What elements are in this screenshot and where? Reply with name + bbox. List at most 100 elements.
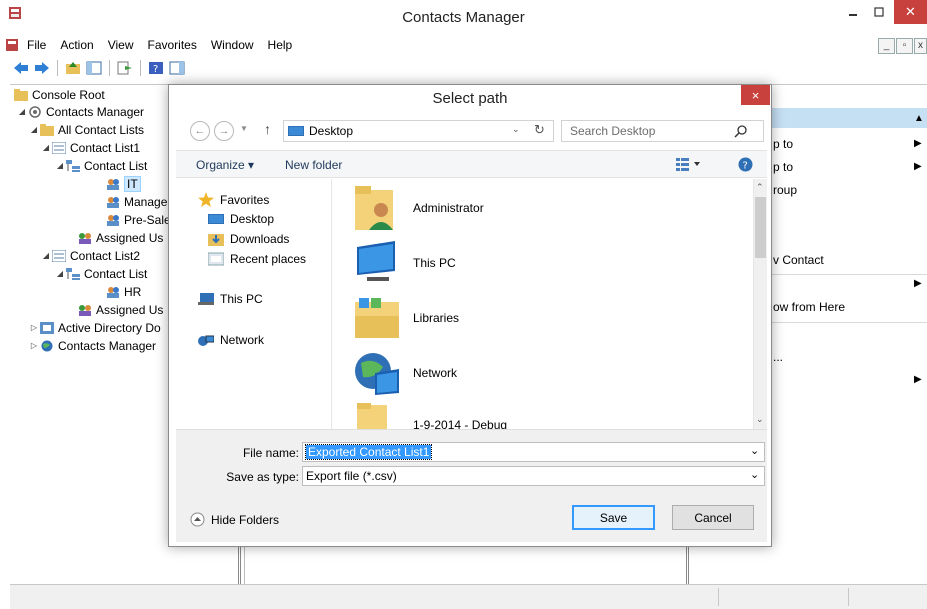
- help-icon[interactable]: ?: [147, 59, 165, 77]
- file-item-administrator[interactable]: Administrator: [353, 184, 484, 232]
- network-icon: [353, 349, 401, 397]
- dialog-close-button[interactable]: ×: [741, 85, 770, 105]
- cancel-button[interactable]: Cancel: [672, 505, 754, 530]
- expand-arrow-icon[interactable]: ▷: [28, 341, 40, 350]
- collapse-arrow-icon[interactable]: ◢: [16, 107, 28, 116]
- scrollbar-thumb[interactable]: [755, 197, 766, 258]
- action-item[interactable]: v Contact: [773, 253, 824, 267]
- action-item[interactable]: p to: [773, 160, 793, 174]
- file-item-this-pc[interactable]: This PC: [353, 239, 456, 287]
- collapse-arrow-icon[interactable]: ◢: [54, 269, 66, 278]
- tree-item-assigned-users-1[interactable]: Assigned Us: [78, 229, 163, 246]
- file-name: 1-9-2014 - Debug: [413, 418, 508, 429]
- menu-file[interactable]: File: [20, 38, 53, 52]
- view-options-icon[interactable]: [676, 157, 702, 171]
- back-arrow-icon[interactable]: [12, 59, 30, 77]
- pane-splitter-left[interactable]: [238, 545, 241, 585]
- tree-item-label: Contact List: [84, 266, 148, 281]
- actions-divider: [767, 274, 927, 275]
- action-item[interactable]: p to: [773, 137, 793, 151]
- menu-view[interactable]: View: [101, 38, 141, 52]
- tree-item-all-contact-lists[interactable]: ◢ All Contact Lists: [28, 121, 144, 138]
- tree-item-contacts-manager-2[interactable]: ▷ Contacts Manager: [28, 337, 156, 354]
- minimize-button[interactable]: [840, 0, 866, 24]
- pane-splitter-right[interactable]: [686, 545, 689, 585]
- menu-favorites[interactable]: Favorites: [141, 38, 204, 52]
- file-item-debug-folder[interactable]: 1-9-2014 - Debug: [353, 401, 507, 429]
- window-close-button[interactable]: ✕: [894, 0, 927, 24]
- action-item[interactable]: ow from Here: [773, 300, 845, 314]
- tree-item-contacts-manager[interactable]: ◢ Contacts Manager: [16, 103, 144, 120]
- tree-item-hr[interactable]: HR: [106, 283, 141, 300]
- forward-arrow-icon[interactable]: [33, 59, 51, 77]
- tree-item-it[interactable]: IT: [106, 175, 141, 192]
- address-text: Desktop: [309, 124, 354, 138]
- tree-item-contact-list2[interactable]: ◢ Contact List2: [40, 247, 140, 264]
- nav-label: Desktop: [230, 212, 275, 226]
- submenu-arrow-icon[interactable]: ▶: [914, 278, 922, 289]
- file-name: This PC: [413, 256, 456, 270]
- mdi-close-button[interactable]: x: [914, 38, 927, 54]
- action-item[interactable]: ...: [773, 350, 783, 364]
- submenu-arrow-icon: ▶: [914, 161, 922, 172]
- tree-item-contact-list-b[interactable]: ◢ Contact List: [54, 265, 147, 282]
- system-menu-icon[interactable]: [0, 39, 20, 51]
- export-list-icon[interactable]: [116, 59, 134, 77]
- file-name-dropdown-icon[interactable]: ⌄: [750, 444, 759, 457]
- nav-network[interactable]: Network: [198, 333, 264, 347]
- new-folder-button[interactable]: New folder: [285, 158, 342, 172]
- save-button[interactable]: Save: [572, 505, 655, 530]
- nav-downloads[interactable]: Downloads: [208, 232, 289, 246]
- recent-dropdown-icon[interactable]: ▼: [240, 124, 248, 133]
- menu-help[interactable]: Help: [261, 38, 300, 52]
- forward-icon[interactable]: →: [214, 121, 234, 141]
- back-icon[interactable]: ←: [190, 121, 210, 141]
- scroll-down-icon[interactable]: ⌄: [756, 414, 764, 425]
- show-hide-tree-icon[interactable]: [85, 59, 103, 77]
- collapse-up-icon[interactable]: ▲: [914, 113, 924, 124]
- file-name: Network: [413, 366, 458, 380]
- file-item-libraries[interactable]: Libraries: [353, 294, 459, 342]
- tree-item-console-root[interactable]: Console Root: [14, 86, 105, 103]
- up-folder-icon[interactable]: [64, 59, 82, 77]
- file-name-input[interactable]: Exported Contact List1: [302, 442, 765, 462]
- show-hide-action-pane-icon[interactable]: [168, 59, 186, 77]
- save-type-select[interactable]: Export file (*.csv): [302, 466, 765, 486]
- tree-item-contact-list1[interactable]: ◢ Contact List1: [40, 139, 140, 156]
- search-placeholder: Search Desktop: [570, 124, 656, 138]
- menu-action[interactable]: Action: [53, 38, 100, 52]
- tree-item-active-directory[interactable]: ▷ Active Directory Do: [28, 319, 161, 336]
- up-arrow-icon[interactable]: ↑: [264, 121, 271, 137]
- mdi-minimize-button[interactable]: _: [878, 38, 895, 54]
- nav-this-pc[interactable]: This PC: [198, 292, 263, 306]
- address-dropdown-icon[interactable]: ⌄: [512, 124, 520, 135]
- mdi-restore-button[interactable]: ▫: [896, 38, 913, 54]
- nav-desktop[interactable]: Desktop: [208, 212, 274, 226]
- organize-button[interactable]: Organize ▾: [196, 158, 254, 172]
- help-icon[interactable]: ?: [738, 157, 753, 172]
- maximize-button[interactable]: [866, 0, 892, 24]
- save-type-label: Save as type:: [226, 470, 299, 484]
- save-type-dropdown-icon[interactable]: ⌄: [750, 468, 759, 481]
- tree-item-assigned-users-2[interactable]: Assigned Us: [78, 301, 163, 318]
- refresh-icon[interactable]: ↻: [534, 122, 545, 138]
- action-item[interactable]: roup: [773, 183, 797, 197]
- tree-item-contact-list-a[interactable]: ◢ Contact List: [54, 157, 147, 174]
- menu-window[interactable]: Window: [204, 38, 261, 52]
- collapse-arrow-icon[interactable]: ◢: [28, 125, 40, 134]
- tree-item-pre-sale[interactable]: Pre-Sale: [106, 211, 171, 228]
- group-icon: [106, 214, 120, 226]
- submenu-arrow-icon[interactable]: ▶: [914, 374, 922, 385]
- nav-recent-places[interactable]: Recent places: [208, 252, 306, 266]
- nav-favorites[interactable]: Favorites: [198, 192, 269, 207]
- collapse-arrow-icon[interactable]: ◢: [40, 251, 52, 260]
- file-item-network[interactable]: Network: [353, 349, 457, 397]
- hide-folders-button[interactable]: Hide Folders: [190, 512, 279, 527]
- actions-header[interactable]: [767, 108, 927, 128]
- collapse-arrow-icon[interactable]: ◢: [40, 143, 52, 152]
- scroll-up-icon[interactable]: ⌃: [756, 182, 764, 193]
- search-icon[interactable]: [734, 124, 748, 138]
- tree-item-manage[interactable]: Manage: [106, 193, 167, 210]
- expand-arrow-icon[interactable]: ▷: [28, 323, 40, 332]
- collapse-arrow-icon[interactable]: ◢: [54, 161, 66, 170]
